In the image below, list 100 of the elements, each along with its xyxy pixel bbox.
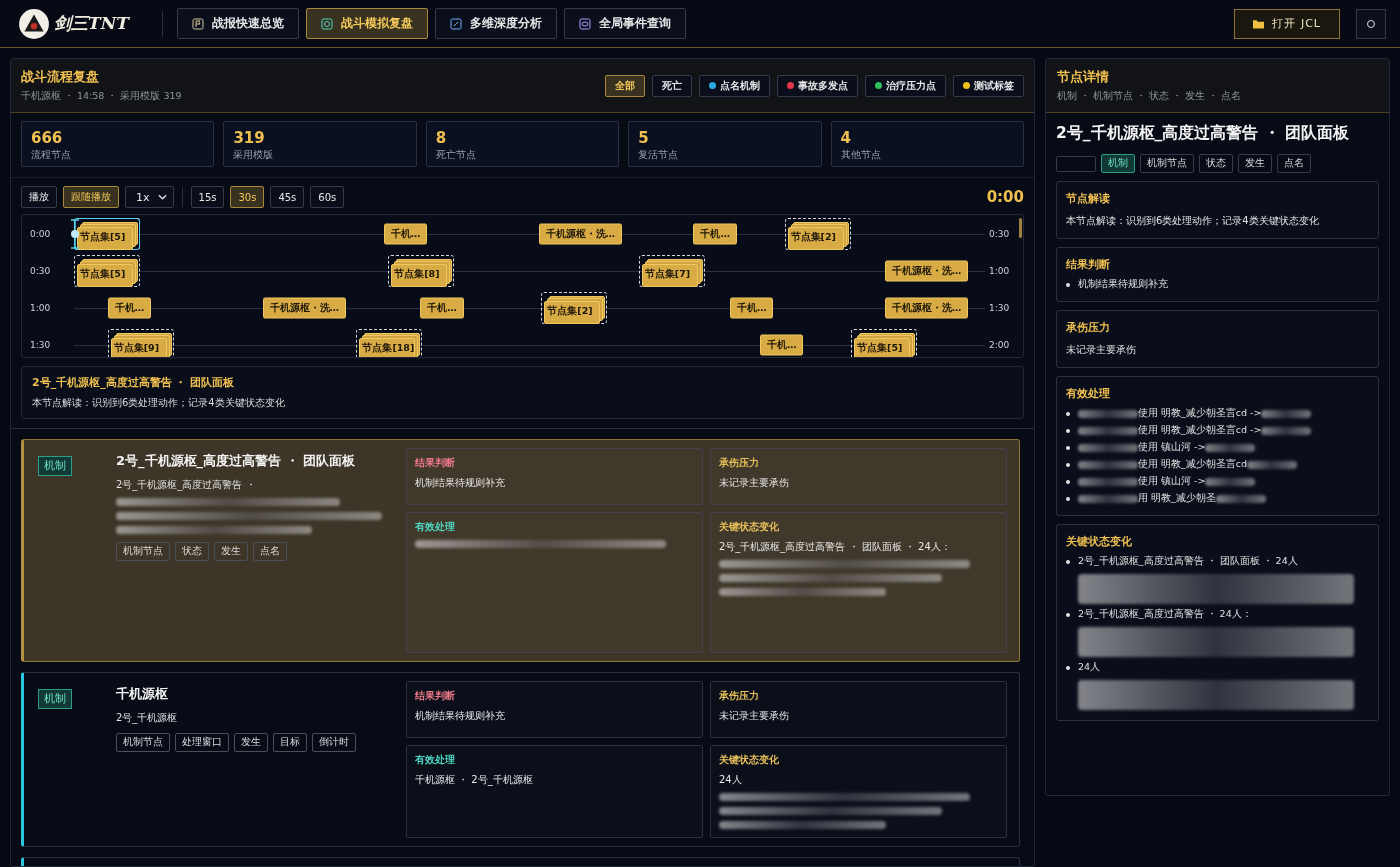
list-item-text: 使用 明教_减少朝圣言cd -> [1138, 407, 1262, 418]
timeline-node[interactable]: 千机源枢・洗… [538, 223, 623, 244]
filter-chip[interactable]: 治疗压力点 [865, 74, 946, 97]
node-cluster[interactable]: 节点集[9] [107, 328, 174, 357]
tag: 发生 [234, 733, 268, 752]
tag: 发生 [1238, 154, 1272, 173]
filter-chip[interactable]: 点名机制 [699, 74, 770, 97]
open-jcl-button[interactable]: 打开 JCL [1234, 8, 1340, 39]
speed-select[interactable]: 1x [125, 186, 174, 208]
playhead-marker[interactable] [70, 217, 80, 251]
list-item-text: 使用 镇山河 -> [1138, 441, 1206, 452]
row-end-label: 1:30 [988, 302, 1011, 313]
node-cluster[interactable]: 节点集[5] [74, 217, 140, 250]
timeline-node[interactable]: 千机源枢・洗… [262, 297, 347, 318]
timeline-node[interactable]: 千机… [420, 297, 464, 318]
cell-text: 机制结果待规则补充 [415, 709, 506, 723]
list-item-text: 使用 明教_减少朝圣言cd [1138, 458, 1248, 469]
node-cluster[interactable]: 节点集[18] [356, 328, 423, 357]
section-text: 本节点解读：识别到6类处理动作；记录4类关键状态变化 [1066, 214, 1320, 228]
section-title: 结果判断 [1066, 258, 1111, 272]
stat-value: 5 [638, 129, 650, 147]
nav-tab[interactable]: 战报快速总览 [177, 8, 299, 39]
list-item-text: 用 明教_减少朝圣 [1138, 492, 1216, 503]
row-time-label: 1:30 [29, 339, 52, 350]
stat-label: 采用模版 [233, 149, 275, 162]
node-cluster[interactable]: 节点集[2] [541, 291, 608, 324]
play-button[interactable]: 播放 [21, 186, 57, 208]
section-title: 承伤压力 [1066, 321, 1111, 335]
replay-icon [321, 17, 333, 30]
tag: 点名 [1277, 154, 1311, 173]
stat-value: 4 [840, 129, 853, 147]
card-description: 2号_千机源枢 [116, 712, 178, 723]
tag: 机制节点 [116, 733, 170, 752]
node-cluster[interactable]: 节点集[7] [638, 254, 705, 287]
chat-icon [579, 17, 591, 30]
row-time-label: 0:00 [29, 228, 52, 239]
list-item-text: 使用 明教_减少朝圣言cd -> [1138, 424, 1262, 435]
window-chip[interactable]: 45s [270, 186, 305, 208]
cell-text: 2号_千机源枢_高度过高警告 ・ 团队面板 ・ 24人： [719, 540, 952, 554]
timeline-node[interactable]: 千机… [693, 223, 737, 244]
timeline-node[interactable]: 千机… [759, 334, 804, 355]
cell-text: 24人 [719, 773, 743, 787]
filter-chip[interactable]: 死亡 [652, 74, 692, 97]
node-cluster[interactable]: 节点集[5] [74, 254, 140, 287]
playback-time: 0:00 [986, 188, 1024, 206]
timeline-node[interactable]: 千机源枢・洗… [884, 297, 969, 318]
window-chip[interactable]: 30s [230, 186, 265, 208]
cell-label: 承伤压力 [719, 690, 760, 703]
window-chip[interactable]: 15s [190, 186, 225, 208]
tag: 目标 [273, 733, 307, 752]
filter-chip[interactable]: 全部 [605, 74, 645, 97]
nav-tab[interactable]: 全局事件查询 [564, 8, 686, 39]
bullet-icon [1066, 613, 1070, 617]
node-card[interactable]: 机制 2号_千机源枢_高度过高警告 ・ 团队面板 2号_千机源枢_高度过高警告 ・ 机制节点 状态 发生 点名 结果判断 机制结果待规则补充 承伤压力 未记录主要承伤 有效处理 关键状态变化 2号_千机源枢_高度过高警告 ・ 团队面板 ・ 24人： [21, 439, 1020, 662]
filter-chip[interactable]: 测试标签 [953, 74, 1024, 97]
stat-value: 666 [31, 129, 64, 147]
folder-icon [1253, 18, 1265, 29]
cell-label: 承伤压力 [719, 457, 760, 470]
filter-chip[interactable]: 事故多发点 [777, 74, 858, 97]
timeline-node[interactable]: 千机… [107, 297, 152, 318]
stat-label: 死亡节点 [435, 149, 477, 162]
bullet-icon [1066, 497, 1070, 501]
type-tag: 机制 [38, 689, 72, 709]
tag: 机制节点 [116, 542, 170, 561]
row-end-label: 1:00 [988, 265, 1011, 276]
nav-tab[interactable]: 战斗模拟复盘 [306, 8, 428, 39]
node-card[interactable] [21, 857, 1020, 866]
circle-button[interactable] [1356, 8, 1386, 39]
summary-title: 2号_千机源枢_高度过高警告 ・ 团队面板 [32, 375, 236, 390]
panel-subtitle: 千机源枢 ・ 14:58 ・ 采用模版 319 [21, 90, 182, 103]
node-card[interactable]: 机制 千机源枢 2号_千机源枢 机制节点 处理窗口 发生 目标 倒计时 结果判断 机制结果待规则补充 承伤压力 未记录主要承伤 有效处理 千机源枢 ・ 2号_千机源枢 关键状态变化 24人 [21, 672, 1020, 847]
timeline-node[interactable]: 千机… [729, 297, 774, 318]
node-title: 2号_千机源枢_高度过高警告 ・ 团队面板 [1056, 123, 1351, 144]
stat-value: 8 [435, 129, 448, 147]
window-chip[interactable]: 60s [310, 186, 345, 208]
bullet-icon [1066, 283, 1070, 287]
card-title: 千机源枢 [116, 685, 169, 703]
timeline-node[interactable]: 千机… [383, 223, 428, 244]
card-description: 2号_千机源枢_高度过高警告 ・ [116, 479, 256, 490]
list-item-text: 2号_千机源枢_高度过高警告 ・ 团队面板 ・ 24人 [1078, 555, 1298, 566]
node-cluster[interactable]: 节点集[8] [388, 254, 455, 287]
list-item-text: 24人 [1078, 661, 1101, 672]
tag: 发生 [214, 542, 248, 561]
cell-text: 未记录主要承伤 [719, 476, 790, 490]
type-tag: 机制 [38, 456, 72, 476]
caret-icon [157, 194, 167, 200]
nav-tab[interactable]: 多维深度分析 [435, 8, 557, 39]
stat-value: 319 [233, 129, 266, 147]
bullet-icon [1066, 666, 1070, 670]
cell-label: 关键状态变化 [719, 521, 780, 534]
cell-label: 有效处理 [415, 521, 456, 534]
timeline-node[interactable]: 千机源枢・洗… [884, 260, 969, 281]
tag: 机制节点 [1140, 154, 1194, 173]
cell-label: 结果判断 [415, 690, 456, 703]
node-cluster[interactable]: 节点集[2] [784, 217, 851, 250]
cell-label: 关键状态变化 [719, 754, 780, 767]
cell-text: 机制结果待规则补充 [415, 476, 506, 490]
follow-play-toggle[interactable]: 跟随播放 [63, 186, 119, 208]
bullet-icon [1066, 463, 1070, 467]
node-cluster[interactable]: 节点集[5] [851, 328, 918, 357]
